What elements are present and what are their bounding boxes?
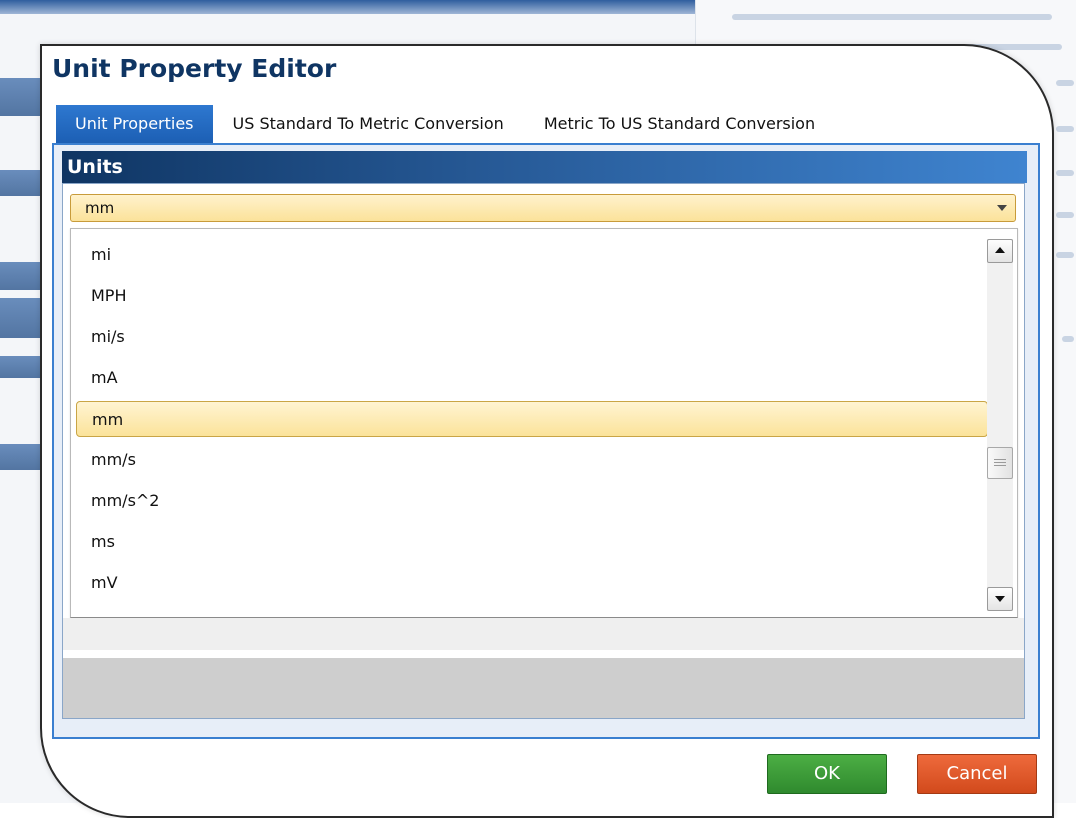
background-nav-block — [0, 298, 44, 338]
list-item[interactable]: mA — [76, 360, 988, 396]
background-text-line — [1056, 252, 1074, 258]
list-item-selected[interactable]: mm — [76, 401, 988, 437]
background-nav-block — [0, 170, 44, 196]
list-scrollbar[interactable] — [987, 239, 1013, 611]
background-text-line — [1056, 126, 1074, 132]
units-dropdown-list[interactable]: mi MPH mi/s mA mm mm/s mm/s^2 ms mV — [70, 228, 1018, 618]
tab-unit-properties[interactable]: Unit Properties — [56, 105, 213, 143]
units-combobox[interactable]: mm — [70, 194, 1016, 222]
units-section-header: Units — [62, 151, 1027, 183]
cancel-button[interactable]: Cancel — [917, 754, 1037, 794]
unit-property-editor-dialog: Unit Property Editor Unit Properties US … — [40, 44, 1054, 818]
tab-us-standard-to-metric[interactable]: US Standard To Metric Conversion — [213, 105, 524, 143]
tab-strip: Unit Properties US Standard To Metric Co… — [56, 105, 835, 143]
tab-metric-to-us-standard[interactable]: Metric To US Standard Conversion — [524, 105, 835, 143]
list-item[interactable]: MPH — [76, 278, 988, 314]
list-item[interactable]: mm/s — [76, 442, 988, 478]
units-section-body: mm mi MPH mi/s mA mm mm/s mm/s^2 ms mV — [62, 183, 1025, 719]
scroll-down-button[interactable] — [987, 587, 1013, 611]
background-text-line — [732, 14, 1052, 20]
property-area-empty — [63, 658, 1024, 718]
chevron-down-icon[interactable] — [997, 205, 1007, 211]
background-text-line — [1056, 170, 1074, 176]
grip-line — [994, 462, 1006, 463]
background-nav-block — [0, 78, 44, 116]
scroll-up-button[interactable] — [987, 239, 1013, 263]
background-text-line — [1062, 336, 1074, 342]
grip-line — [994, 459, 1006, 460]
dialog-title: Unit Property Editor — [52, 54, 337, 83]
scroll-thumb[interactable] — [987, 447, 1013, 479]
background-nav-block — [0, 444, 44, 470]
list-item[interactable]: mi — [76, 237, 988, 273]
background-text-line — [1056, 212, 1074, 218]
background-text-line — [1056, 80, 1074, 86]
property-row-empty — [63, 618, 1024, 650]
background-nav-block — [0, 356, 44, 378]
list-item[interactable]: mV — [76, 565, 988, 601]
unit-properties-panel: Units mm mi MPH mi/s mA mm mm/s mm/s^2 m… — [52, 143, 1040, 739]
units-combobox-value: mm — [85, 199, 115, 217]
list-item[interactable]: mi/s — [76, 319, 988, 355]
background-nav-block — [0, 262, 44, 290]
grip-line — [994, 465, 1006, 466]
background-title-bar — [0, 0, 700, 14]
list-item[interactable]: ms — [76, 524, 988, 560]
ok-button[interactable]: OK — [767, 754, 887, 794]
list-item[interactable]: mm/s^2 — [76, 483, 988, 519]
arrow-down-icon — [995, 596, 1005, 602]
arrow-up-icon — [995, 247, 1005, 253]
